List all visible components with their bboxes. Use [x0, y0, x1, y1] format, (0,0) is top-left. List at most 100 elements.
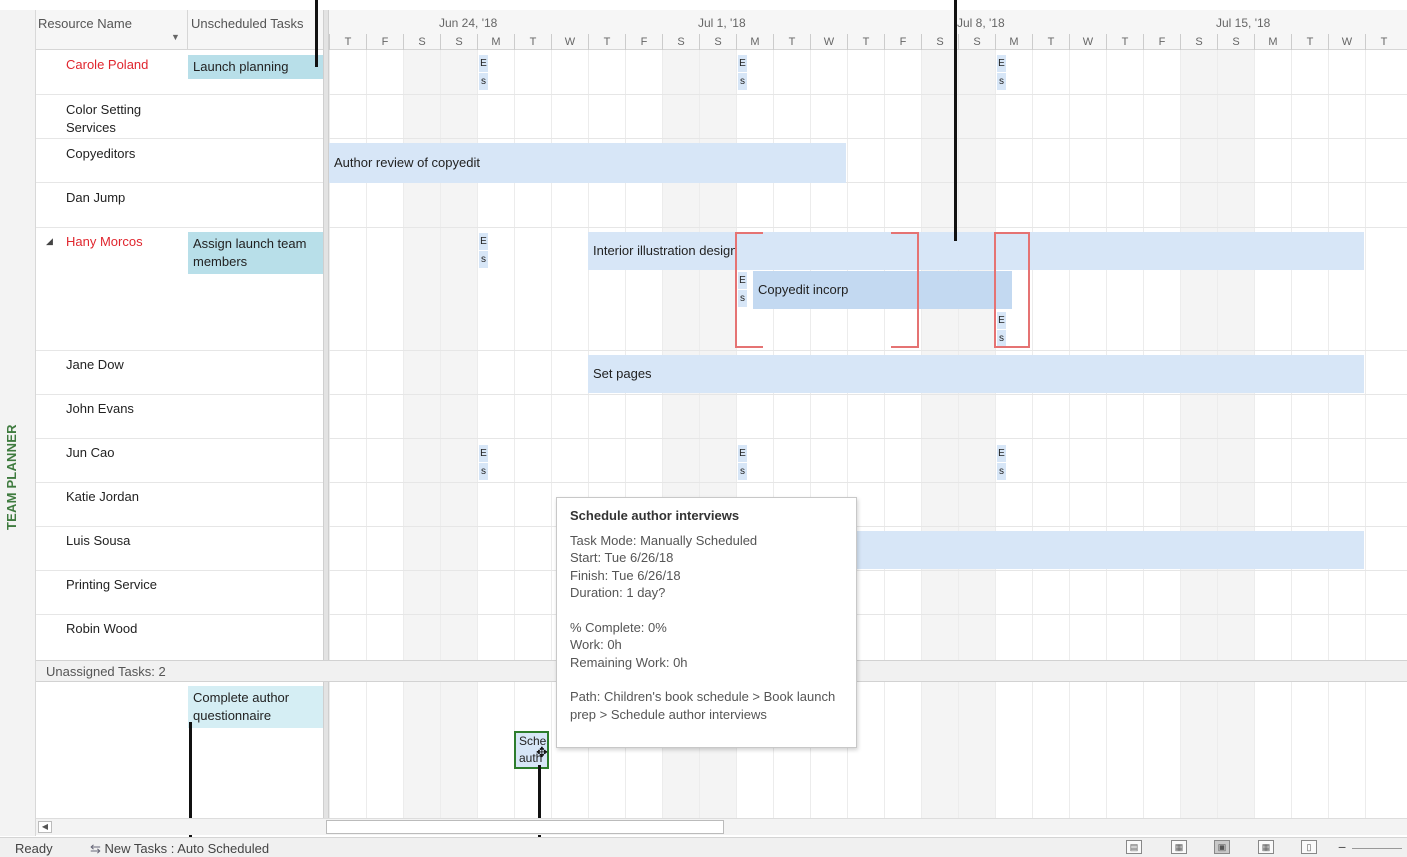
- es-marker-top[interactable]: E: [738, 445, 747, 462]
- header-divider: [187, 10, 188, 50]
- es-marker-bottom[interactable]: s: [479, 73, 488, 90]
- day-label: T: [1106, 34, 1143, 50]
- day-column: [1069, 50, 1106, 818]
- day-label: M: [1254, 34, 1291, 50]
- day-column: [921, 50, 958, 818]
- resource-name[interactable]: Jane Dow: [66, 356, 186, 374]
- day-column: [1032, 50, 1069, 818]
- resource-name[interactable]: John Evans: [66, 400, 186, 418]
- es-marker-top[interactable]: E: [997, 445, 1006, 462]
- task-bar[interactable]: Set pages: [588, 355, 1364, 393]
- es-marker-bottom[interactable]: s: [997, 73, 1006, 90]
- row-divider: [36, 394, 323, 395]
- day-label: W: [1328, 34, 1365, 50]
- task-usage-icon[interactable]: ▦: [1171, 840, 1187, 854]
- scroll-left-arrow-icon[interactable]: ◀: [38, 821, 52, 833]
- tooltip-finish: Finish: Tue 6/26/18: [570, 567, 681, 583]
- resource-name[interactable]: Jun Cao: [66, 444, 186, 462]
- resource-name[interactable]: Robin Wood: [66, 620, 186, 638]
- es-marker-top[interactable]: E: [479, 445, 488, 462]
- day-column: [1328, 50, 1365, 818]
- unscheduled-tasks-header[interactable]: Unscheduled Tasks: [191, 16, 304, 31]
- row-divider: [329, 394, 1407, 395]
- tooltip-spacer: [570, 602, 843, 619]
- team-planner-icon[interactable]: ▣: [1214, 840, 1230, 854]
- es-marker-top[interactable]: E: [738, 55, 747, 72]
- zoom-out-icon[interactable]: −: [1338, 839, 1346, 855]
- horizontal-scrollbar[interactable]: ◀: [36, 818, 1407, 835]
- timeline-area[interactable]: E s E s E s Author review of copyedit E …: [329, 50, 1407, 818]
- day-label: S: [958, 34, 995, 50]
- task-bar[interactable]: Copyedit incorp: [753, 271, 1012, 309]
- row-divider: [329, 570, 1407, 571]
- chevron-down-icon[interactable]: ▼: [171, 32, 180, 42]
- timescale-weeks: Jun 24, '18 Jul 1, '18 Jul 8, '18 Jul 15…: [329, 16, 1407, 32]
- resource-name[interactable]: Luis Sousa: [66, 532, 186, 550]
- tooltip-task-mode: Task Mode: Manually Scheduled: [570, 532, 758, 548]
- row-divider: [329, 614, 1407, 615]
- gantt-view-icon[interactable]: ▤: [1126, 840, 1142, 854]
- overallocation-marker-left: [735, 232, 763, 348]
- overallocation-marker: [994, 232, 1030, 348]
- resource-name-header[interactable]: Resource Name: [38, 16, 132, 31]
- row-divider: [329, 350, 1407, 351]
- zoom-slider[interactable]: [1352, 848, 1402, 849]
- day-label: T: [514, 34, 551, 50]
- task-bar[interactable]: Interior illustration design: [588, 232, 1364, 270]
- view-label: TEAM PLANNER: [4, 424, 19, 530]
- move-cursor-icon: ✥: [536, 744, 548, 760]
- unscheduled-task[interactable]: Complete author questionnaire: [188, 686, 323, 728]
- tooltip-spacer: [570, 671, 843, 688]
- day-label: T: [773, 34, 810, 50]
- row-divider: [36, 526, 323, 527]
- es-marker-top[interactable]: E: [479, 233, 488, 250]
- tooltip-path: Path: Children's book schedule > Book la…: [570, 689, 836, 722]
- report-icon[interactable]: ▯: [1301, 840, 1317, 854]
- unscheduled-task[interactable]: Launch planning: [188, 55, 323, 79]
- day-column: [1217, 50, 1254, 818]
- row-divider: [36, 438, 323, 439]
- row-divider: [36, 482, 323, 483]
- tooltip-title: Schedule author interviews: [570, 508, 740, 523]
- resource-sheet-icon[interactable]: ▦: [1258, 840, 1274, 854]
- row-divider: [36, 138, 323, 139]
- day-column: [1365, 50, 1402, 818]
- es-marker-bottom[interactable]: s: [479, 463, 488, 480]
- callout-line: [954, 0, 957, 241]
- resource-name[interactable]: Printing Service: [66, 576, 186, 594]
- day-label: M: [736, 34, 773, 50]
- task-bar[interactable]: Author review of copyedit: [329, 143, 846, 183]
- es-marker-top[interactable]: E: [997, 55, 1006, 72]
- es-marker-bottom[interactable]: s: [997, 463, 1006, 480]
- unscheduled-task[interactable]: Assign launch team members: [188, 232, 323, 274]
- resource-grid: Carole Poland Launch planning Color Sett…: [36, 50, 323, 818]
- day-label: T: [1291, 34, 1328, 50]
- scroll-thumb[interactable]: [326, 820, 724, 834]
- day-label: W: [810, 34, 847, 50]
- day-label: T: [1365, 34, 1402, 50]
- resource-name[interactable]: Katie Jordan: [66, 488, 186, 506]
- new-tasks-mode[interactable]: ⇆ New Tasks : Auto Scheduled: [90, 841, 269, 857]
- tooltip-duration: Duration: 1 day?: [570, 585, 666, 600]
- resource-name[interactable]: Copyeditors: [66, 145, 186, 163]
- es-marker-bottom[interactable]: s: [738, 463, 747, 480]
- resource-name[interactable]: Color Setting Services: [66, 101, 186, 137]
- task-bar[interactable]: [849, 531, 1364, 569]
- day-label: S: [440, 34, 477, 50]
- day-label: T: [1032, 34, 1069, 50]
- pane-splitter[interactable]: [323, 10, 329, 818]
- day-label: S: [1217, 34, 1254, 50]
- resource-name[interactable]: Hany Morcos: [66, 233, 186, 251]
- task-mode-icon: ⇆: [90, 841, 101, 856]
- row-divider: [36, 614, 323, 615]
- es-marker-bottom[interactable]: s: [738, 73, 747, 90]
- row-divider: [329, 138, 1407, 139]
- tooltip-complete: % Complete: 0%: [570, 619, 667, 635]
- es-marker-top[interactable]: E: [479, 55, 488, 72]
- es-marker-bottom[interactable]: s: [479, 251, 488, 268]
- day-label: S: [662, 34, 699, 50]
- resource-name[interactable]: Carole Poland: [66, 56, 186, 74]
- resource-name[interactable]: Dan Jump: [66, 189, 186, 207]
- day-label: F: [884, 34, 921, 50]
- collapse-triangle-icon[interactable]: ◢: [46, 236, 53, 247]
